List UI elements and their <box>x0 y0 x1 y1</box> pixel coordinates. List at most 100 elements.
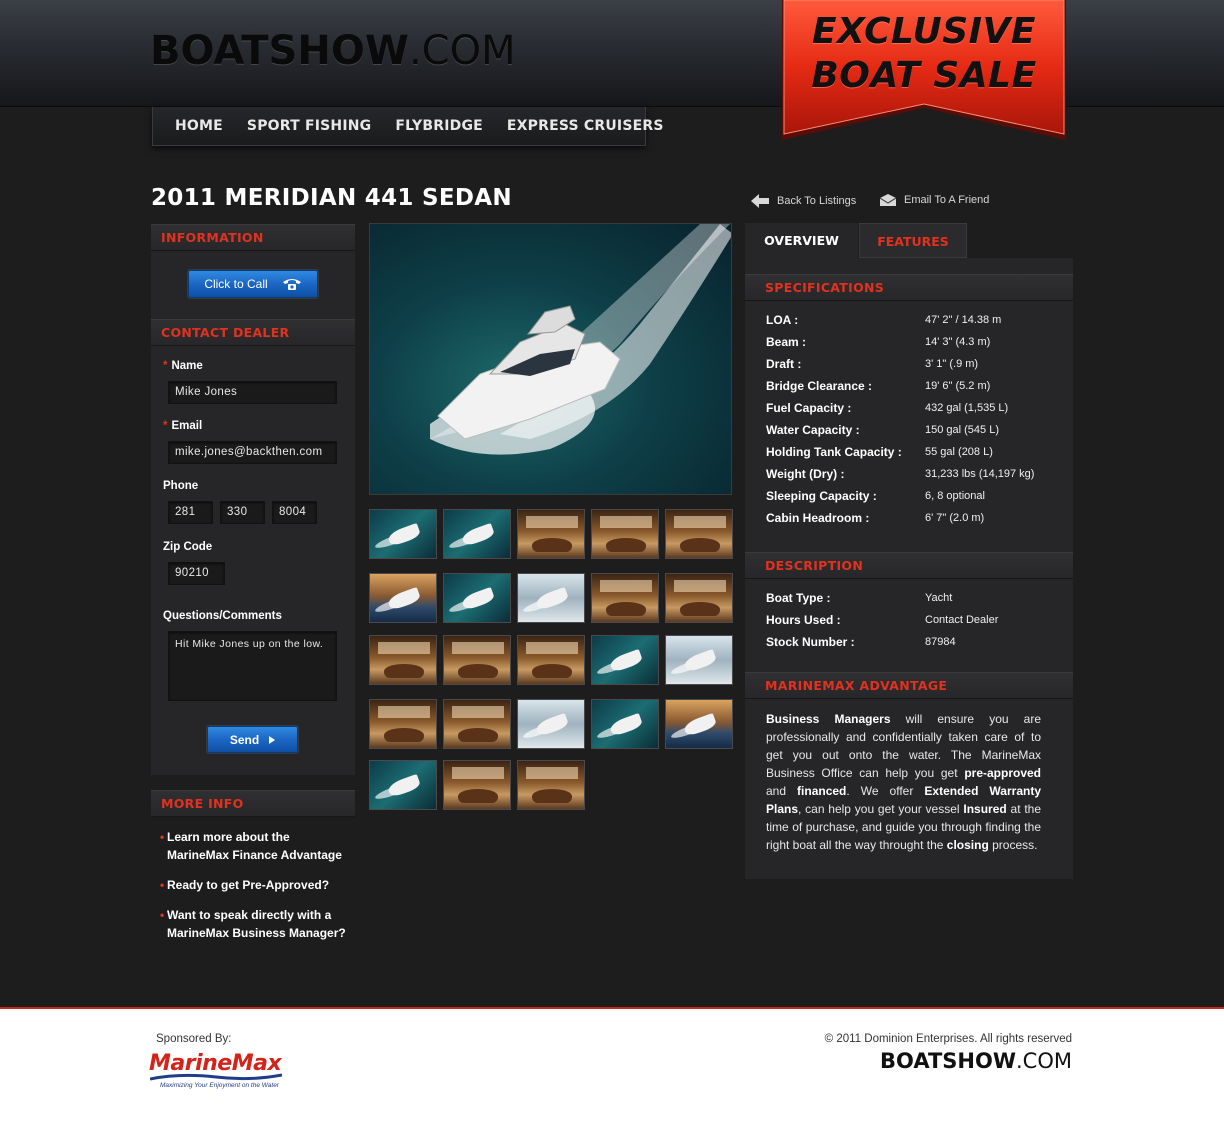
spec-value: 55 gal (208 L) <box>925 446 993 458</box>
tab-features[interactable]: FEATURES <box>859 223 967 258</box>
gallery-thumbnail[interactable] <box>369 699 437 749</box>
spec-key: Holding Tank Capacity : <box>766 445 902 459</box>
ribbon-line-1: EXCLUSIVE <box>812 11 1036 52</box>
gallery-thumbnail[interactable] <box>517 699 585 749</box>
nav-home[interactable]: HOME <box>175 118 223 134</box>
phone-icon <box>282 279 301 290</box>
information-heading: INFORMATION <box>151 224 355 251</box>
spec-value: 31,233 lbs (14,197 kg) <box>925 468 1035 480</box>
description-key: Boat Type : <box>766 591 831 605</box>
more-info-link-preapproved[interactable]: • Ready to get Pre-Approved? <box>160 876 350 894</box>
spec-key: Fuel Capacity : <box>766 401 852 415</box>
gallery-thumbnail[interactable] <box>665 635 733 685</box>
site-footer: Sponsored By: MarineMax Maximizing Your … <box>0 1007 1224 1126</box>
copyright-text: © 2011 Dominion Enterprises. All rights … <box>824 1033 1072 1045</box>
main-nav: HOME SPORT FISHING FLYBRIDGE EXPRESS CRU… <box>152 107 663 146</box>
phone-prefix-field[interactable]: 330 <box>220 501 265 524</box>
gallery-thumbnail[interactable] <box>517 760 585 810</box>
email-link-label: Email To A Friend <box>904 194 990 206</box>
phone-label: Phone <box>163 480 199 492</box>
gallery-thumbnail[interactable] <box>591 509 659 559</box>
send-button-label: Send <box>229 732 260 747</box>
page-title: 2011 MERIDIAN 441 SEDAN <box>151 185 512 211</box>
gallery-thumbnail[interactable] <box>665 573 733 623</box>
spec-value: 6' 7" (2.0 m) <box>925 512 985 524</box>
spec-key: LOA : <box>766 313 799 327</box>
send-button[interactable]: Send <box>207 726 298 753</box>
nav-express-cruisers[interactable]: EXPRESS CRUISERS <box>507 118 664 134</box>
comments-textarea[interactable]: Hit Mike Jones up on the low. <box>168 631 337 701</box>
footer-logo[interactable]: BOATSHOW.COM <box>880 1049 1072 1073</box>
phone-area-field[interactable]: 281 <box>168 501 213 524</box>
gallery-thumbnail[interactable] <box>369 635 437 685</box>
back-arrow-icon <box>751 194 769 208</box>
ribbon-line-2: BOAT SALE <box>811 55 1037 96</box>
nav-flybridge[interactable]: FLYBRIDGE <box>395 118 483 134</box>
spec-key: Draft : <box>766 357 802 371</box>
gallery-thumbnail[interactable] <box>369 573 437 623</box>
gallery-thumbnail[interactable] <box>443 699 511 749</box>
boat-photo-illustration <box>430 224 731 455</box>
gallery-thumbnail[interactable] <box>369 509 437 559</box>
contact-dealer-heading: CONTACT DEALER <box>151 319 355 346</box>
specifications-heading: SPECIFICATIONS <box>745 274 1073 301</box>
gallery-thumbnail[interactable] <box>665 699 733 749</box>
gallery-thumbnail[interactable] <box>443 573 511 623</box>
call-button-label: Click to Call <box>204 277 268 291</box>
tab-overview[interactable]: OVERVIEW <box>745 223 858 258</box>
gallery-thumbnail[interactable] <box>443 635 511 685</box>
gallery-thumbnail[interactable] <box>665 509 733 559</box>
spec-key: Cabin Headroom : <box>766 511 870 525</box>
description-heading: DESCRIPTION <box>745 552 1073 579</box>
more-info-link-finance[interactable]: • Learn more about the MarineMax Finance … <box>160 828 350 864</box>
spec-value: 150 gal (545 L) <box>925 424 999 436</box>
nav-sport-fishing[interactable]: SPORT FISHING <box>247 118 371 134</box>
marinemax-wave-icon <box>150 1073 282 1081</box>
spec-key: Beam : <box>766 335 807 349</box>
gallery-thumbnail[interactable] <box>517 635 585 685</box>
sponsored-by-label: Sponsored By: <box>156 1033 232 1045</box>
gallery-thumbnail[interactable] <box>443 509 511 559</box>
spec-value: 6, 8 optional <box>925 490 985 502</box>
spec-key: Weight (Dry) : <box>766 467 845 481</box>
gallery-thumbnail[interactable] <box>517 509 585 559</box>
comments-label: Questions/Comments <box>163 610 282 622</box>
email-field[interactable]: mike.jones@backthen.com <box>168 441 337 464</box>
site-logo[interactable]: BOATSHOW.COM <box>150 28 516 74</box>
advantage-heading: MARINEMAX ADVANTAGE <box>745 672 1073 699</box>
envelope-icon <box>880 194 896 206</box>
zip-label: Zip Code <box>163 541 213 553</box>
gallery-thumbnail[interactable] <box>591 573 659 623</box>
back-link-label: Back To Listings <box>777 195 857 207</box>
gallery-thumbnail[interactable] <box>517 573 585 623</box>
spec-value: 3' 1" (.9 m) <box>925 358 979 370</box>
more-info-heading: MORE INFO <box>151 790 355 817</box>
gallery-thumbnail[interactable] <box>591 635 659 685</box>
play-arrow-icon <box>269 735 276 744</box>
spec-key: Bridge Clearance : <box>766 379 873 393</box>
description-value: Yacht <box>925 592 953 604</box>
exclusive-sale-ribbon: EXCLUSIVE BOAT SALE <box>780 0 1068 150</box>
zip-field[interactable]: 90210 <box>168 562 225 585</box>
spec-value: 19' 6" (5.2 m) <box>925 380 991 392</box>
more-info-link-business-manager[interactable]: • Want to speak directly with a MarineMax… <box>160 906 350 942</box>
gallery-thumbnail[interactable] <box>369 760 437 810</box>
marinemax-tagline: Maximizing Your Enjoyment on the Water <box>160 1082 279 1089</box>
name-field[interactable]: Mike Jones <box>168 381 337 404</box>
name-label: * Name <box>163 360 203 372</box>
phone-line-field[interactable]: 8004 <box>272 501 317 524</box>
gallery-thumbnail[interactable] <box>443 760 511 810</box>
description-key: Hours Used : <box>766 613 841 627</box>
advantage-paragraph: Business Managers will ensure you are pr… <box>766 712 1042 852</box>
back-to-listings-link[interactable]: Back To Listings <box>751 194 856 208</box>
main-boat-photo[interactable] <box>369 223 732 495</box>
click-to-call-button[interactable]: Click to Call <box>188 270 318 298</box>
description-value: Contact Dealer <box>925 614 999 626</box>
email-label: * Email <box>163 420 203 432</box>
email-friend-link[interactable]: Email To A Friend <box>880 194 989 206</box>
spec-value: 432 gal (1,535 L) <box>925 402 1009 414</box>
description-value: 87984 <box>925 636 956 648</box>
spec-value: 47' 2" / 14.38 m <box>925 314 1002 326</box>
description-key: Stock Number : <box>766 635 855 649</box>
gallery-thumbnail[interactable] <box>591 699 659 749</box>
